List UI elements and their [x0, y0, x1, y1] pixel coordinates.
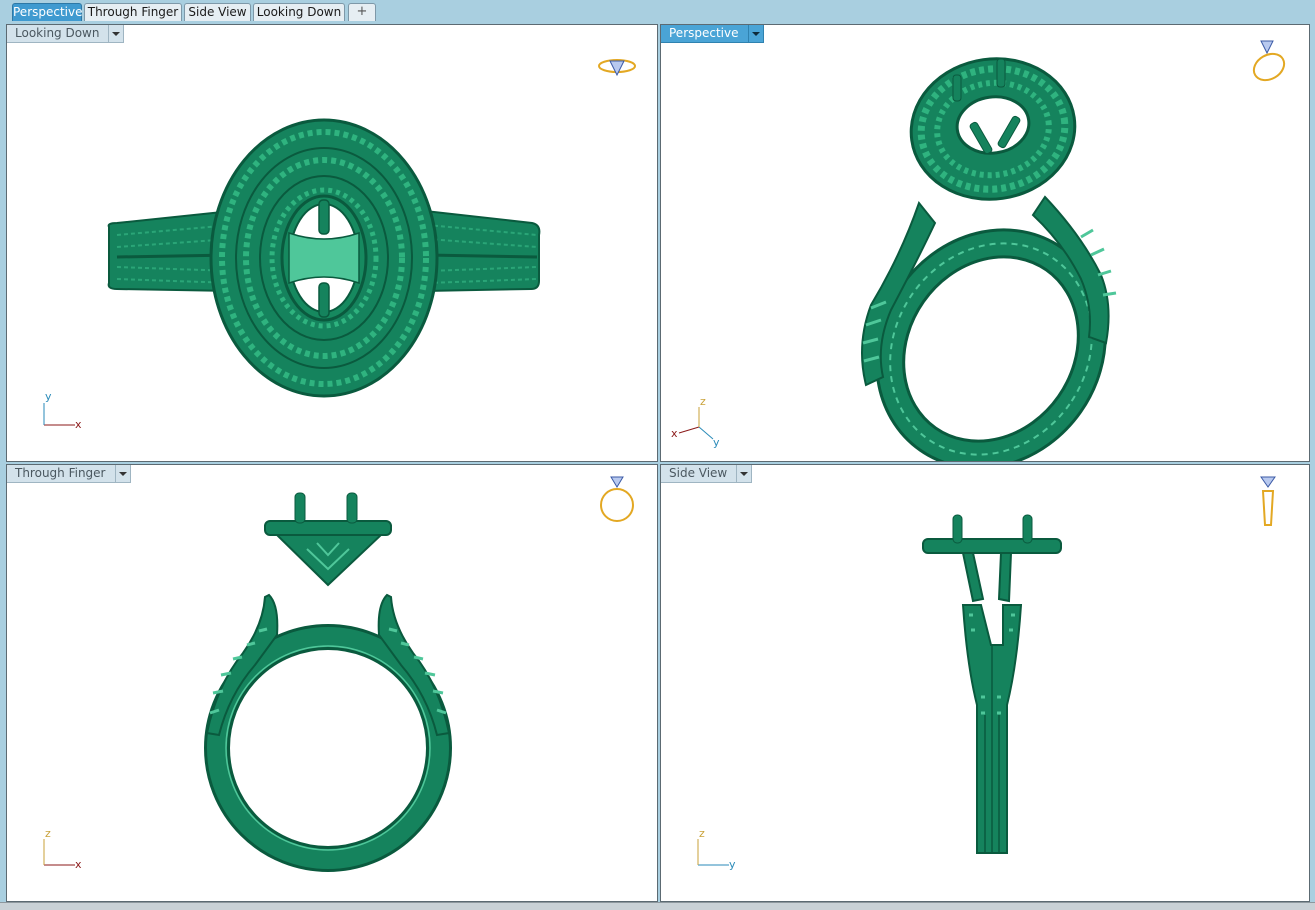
axis-label-y: y	[713, 436, 720, 449]
viewport-side-view[interactable]: Side View y z	[660, 464, 1310, 902]
ring-perspective-icon	[1252, 40, 1286, 82]
axis-label-z: z	[699, 827, 705, 840]
axis-widget: x y z	[671, 395, 720, 449]
add-tab-button[interactable]: +	[348, 3, 376, 21]
ring-model-front-view[interactable]	[204, 492, 452, 872]
axis-label-y: y	[729, 858, 736, 871]
ring-model-side-view[interactable]	[922, 514, 1062, 854]
plus-icon: +	[356, 4, 368, 19]
axis-widget: y z	[697, 827, 736, 871]
axis-label-x: x	[75, 418, 82, 431]
tab-side-view[interactable]: Side View	[184, 3, 251, 21]
axis-widget: x z	[43, 827, 82, 871]
axis-label-z: z	[700, 395, 706, 408]
axis-label-y: y	[45, 390, 52, 403]
axis-label-x: x	[75, 858, 82, 871]
viewport-tab-bar: Perspective Through Finger Side View Loo…	[0, 0, 1315, 24]
ring-side-view-icon	[1260, 476, 1276, 526]
ring-front-view-icon	[600, 476, 634, 522]
ring-top-view-icon	[598, 59, 636, 77]
viewport-looking-down[interactable]: Looking Down x y	[6, 24, 658, 462]
axis-label-z: z	[45, 827, 51, 840]
status-strip	[0, 902, 1315, 910]
axis-widget: x y	[43, 390, 82, 431]
tab-through-finger[interactable]: Through Finger	[84, 3, 182, 21]
axis-label-x: x	[671, 427, 678, 440]
tab-perspective[interactable]: Perspective	[12, 3, 83, 21]
ring-model-top-view[interactable]	[107, 118, 541, 398]
ring-model-perspective[interactable]	[849, 48, 1132, 461]
viewport-perspective[interactable]: Perspective x y z	[660, 24, 1310, 462]
viewport-through-finger[interactable]: Through Finger x z	[6, 464, 658, 902]
tab-looking-down[interactable]: Looking Down	[253, 3, 345, 21]
